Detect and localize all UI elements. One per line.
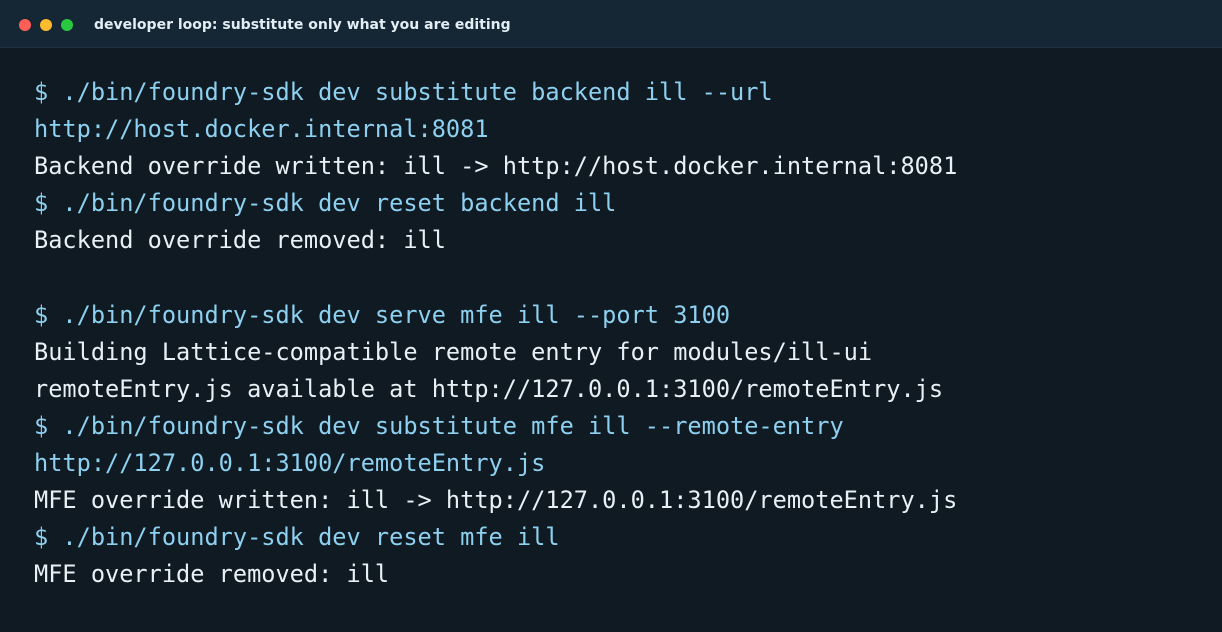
window-title: developer loop: substitute only what you… (94, 17, 511, 33)
terminal-output[interactable]: $ ./bin/foundry-sdk dev substitute backe… (34, 74, 1202, 593)
window-titlebar: developer loop: substitute only what you… (0, 0, 1222, 48)
terminal-line-command: $ ./bin/foundry-sdk dev reset backend il… (34, 189, 617, 218)
minimize-window-button[interactable] (40, 19, 52, 31)
terminal-line-output: Building Lattice-compatible remote entry… (34, 337, 873, 366)
terminal-line-output: MFE override removed: ill (34, 560, 390, 589)
terminal-line-output: Backend override removed: ill (34, 226, 446, 255)
terminal-line-command: $ ./bin/foundry-sdk dev substitute mfe i… (34, 411, 844, 440)
terminal-window: developer loop: substitute only what you… (0, 0, 1222, 632)
close-window-button[interactable] (19, 19, 31, 31)
terminal-line-output: remoteEntry.js available at http://127.0… (34, 374, 944, 403)
terminal-line-output: MFE override written: ill -> http://127.… (34, 486, 958, 515)
maximize-window-button[interactable] (61, 19, 73, 31)
terminal-line-command: $ ./bin/foundry-sdk dev serve mfe ill --… (34, 300, 731, 329)
terminal-line-command: http://127.0.0.1:3100/remoteEntry.js (34, 448, 546, 477)
terminal-line-command: $ ./bin/foundry-sdk dev substitute backe… (34, 78, 773, 106)
terminal-line-output: Backend override written: ill -> http://… (34, 152, 958, 181)
terminal-line-command: $ ./bin/foundry-sdk dev reset mfe ill (34, 523, 560, 552)
terminal-line-command: http://host.docker.internal:8081 (34, 115, 489, 144)
